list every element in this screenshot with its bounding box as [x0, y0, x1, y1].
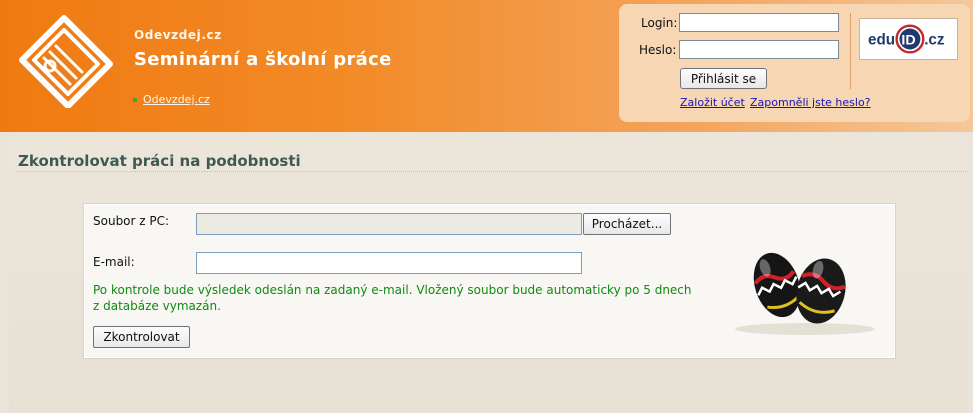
check-form: Soubor z PC: Procházet... E-mail: Po kon…	[84, 204, 895, 358]
bullet-icon	[133, 98, 137, 102]
breadcrumb-home-link[interactable]: Odevzdej.cz	[143, 93, 210, 106]
document-stack-icon[interactable]	[16, 12, 116, 108]
svg-text:.cz: .cz	[924, 32, 945, 49]
main-content: Zkontrolovat práci na podobnosti Soubor …	[9, 133, 968, 413]
easter-eggs-icon	[735, 252, 875, 335]
email-input[interactable]	[196, 252, 582, 274]
check-button[interactable]: Zkontrolovat	[93, 326, 190, 348]
page-title: Zkontrolovat práci na podobnosti	[18, 152, 301, 170]
password-input[interactable]	[679, 40, 839, 59]
file-path-input[interactable]	[196, 213, 582, 235]
login-input[interactable]	[679, 13, 839, 32]
info-note: Po kontrole bude výsledek odeslán na zad…	[93, 283, 692, 313]
breadcrumb: Odevzdej.cz	[133, 93, 210, 106]
browse-button[interactable]: Procházet...	[583, 213, 671, 235]
password-label: Heslo:	[639, 43, 677, 57]
site-name: Odevzdej.cz	[134, 28, 222, 42]
login-label: Login:	[641, 16, 678, 30]
eduid-logo[interactable]: edu ID .cz	[859, 18, 958, 60]
site-tagline: Seminární a školní práce	[134, 49, 392, 70]
forgot-password-link[interactable]: Zapomněli jste heslo?	[750, 96, 871, 109]
login-panel: Login: Heslo: Přihlásit se Založit účet …	[619, 4, 970, 122]
svg-text:edu: edu	[868, 32, 895, 49]
register-link[interactable]: Založit účet	[680, 96, 745, 109]
title-divider	[17, 171, 968, 172]
email-label: E-mail:	[93, 255, 135, 269]
file-label: Soubor z PC:	[93, 214, 170, 228]
login-button[interactable]: Přihlásit se	[680, 68, 767, 89]
svg-text:ID: ID	[901, 33, 915, 49]
divider	[850, 13, 851, 89]
site-header: Odevzdej.cz Seminární a školní práce Ode…	[0, 0, 973, 132]
eduid-logo-icon: edu ID .cz	[868, 24, 945, 54]
